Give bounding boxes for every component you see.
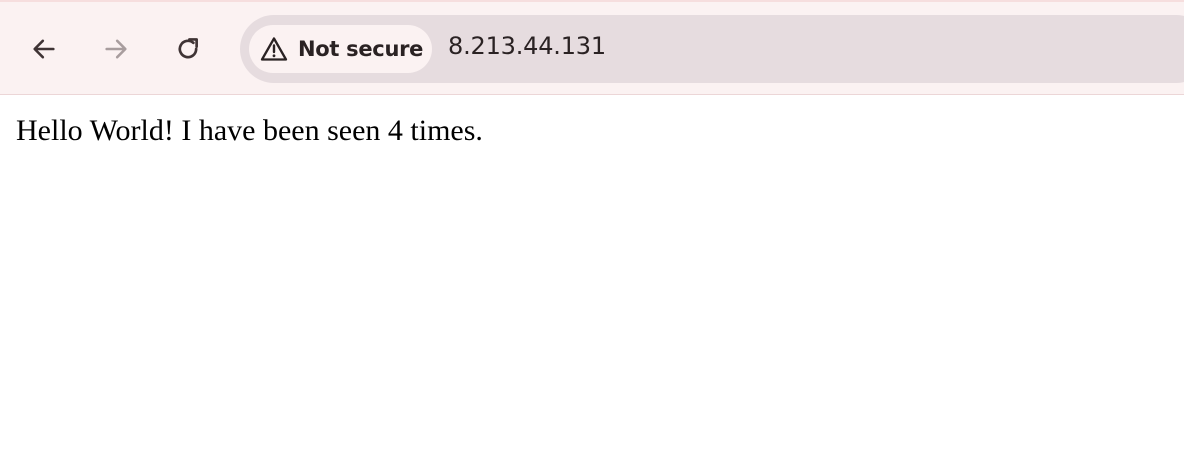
url-text[interactable]: 8.213.44.131 [448, 32, 606, 60]
address-bar[interactable]: Not secure 8.213.44.131 [240, 15, 1184, 83]
forward-button[interactable] [94, 27, 138, 71]
warning-triangle-icon [259, 34, 289, 64]
page-body-text: Hello World! I have been seen 4 times. [16, 114, 483, 147]
back-button[interactable] [22, 27, 66, 71]
reload-button[interactable] [166, 27, 210, 71]
reload-icon [174, 35, 202, 63]
security-label: Not secure [298, 37, 424, 61]
browser-toolbar: Not secure 8.213.44.131 [0, 0, 1184, 95]
security-indicator[interactable]: Not secure [249, 25, 432, 73]
arrow-right-icon [102, 35, 130, 63]
arrow-left-icon [30, 35, 58, 63]
